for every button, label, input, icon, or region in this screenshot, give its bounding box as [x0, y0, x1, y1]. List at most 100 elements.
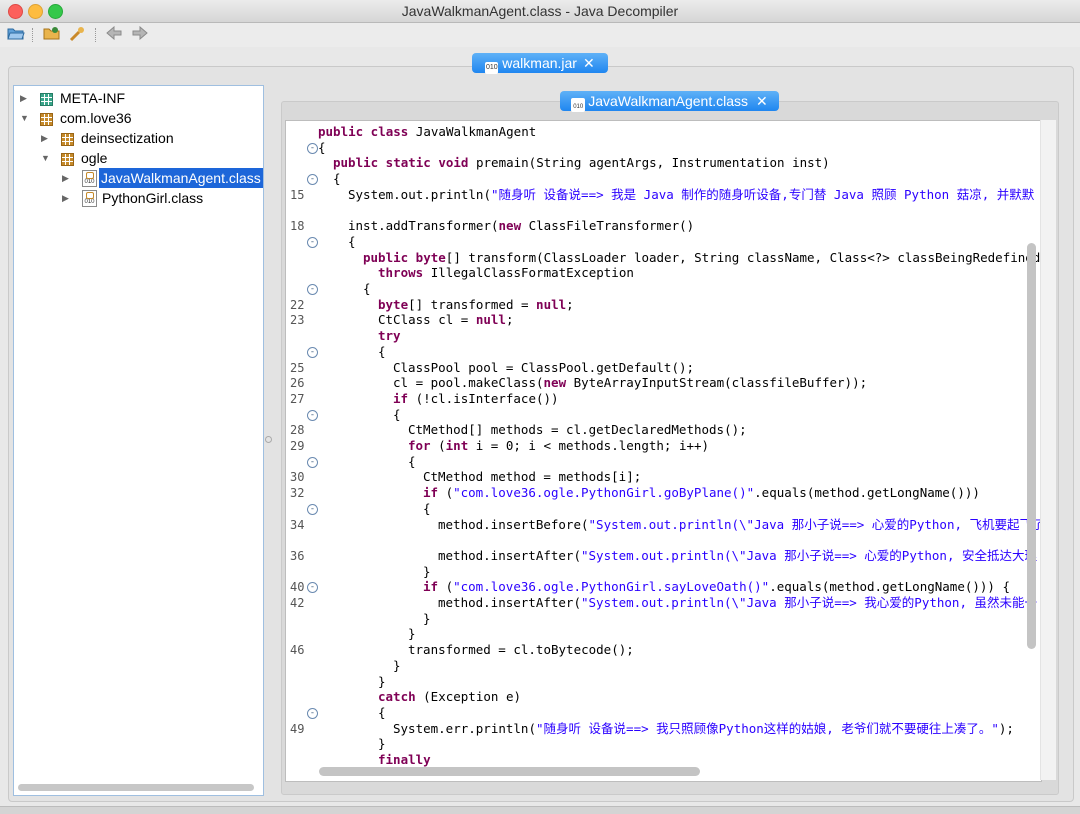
- fold-toggle-icon[interactable]: -: [307, 409, 318, 421]
- expand-arrow-icon[interactable]: ▶: [62, 188, 72, 208]
- code-text: ClassPool pool = ClassPool.getDefault();: [393, 360, 694, 376]
- tree-item-label: META-INF: [60, 90, 126, 106]
- fold-toggle-icon[interactable]: -: [307, 284, 318, 295]
- fold-toggle-icon[interactable]: -: [307, 142, 318, 154]
- expand-arrow-icon[interactable]: ▶: [41, 128, 51, 148]
- string-token: "System.out.println(\"Java 那小子说==> 我心爱的P…: [581, 595, 1038, 610]
- code-token: CtMethod[] methods = cl.getDeclaredMetho…: [408, 422, 747, 438]
- string-token: "随身听 设备说==> 我是 Java 制作的随身听设备,专门替 Java 照顾…: [491, 186, 1035, 202]
- code-text: }: [378, 674, 386, 690]
- search-icon[interactable]: [68, 26, 88, 44]
- code-token: {: [423, 500, 431, 516]
- fold-toggle-icon[interactable]: -: [307, 346, 318, 358]
- string-token: "随身听 设备说==> 我只照顾像Python这样的姑娘, 老爷们就不要硬往上凑…: [536, 720, 999, 736]
- fold-toggle-icon[interactable]: -: [307, 174, 318, 186]
- code-text: public byte[] transform(ClassLoader load…: [363, 250, 1040, 266]
- code-line: }: [286, 736, 1041, 752]
- code-token: }: [393, 657, 401, 673]
- code-text: transformed = cl.toBytecode();: [408, 642, 634, 658]
- tab-walkman-jar[interactable]: 010 walkman.jar ✕: [472, 53, 608, 74]
- code-line: 18 inst.addTransformer(new ClassFileTrans…: [286, 218, 1041, 234]
- code-text: System.out.println("随身听 设备说==> 我是 Java 制…: [348, 187, 1034, 203]
- forward-icon[interactable]: [130, 25, 150, 44]
- code-token: ;: [505, 312, 514, 328]
- code-line: -{: [286, 344, 1041, 360]
- keyword-token: finally: [378, 752, 431, 767]
- expand-arrow-icon[interactable]: ▶: [20, 88, 30, 108]
- code-token: i = 0; i < methods.length; i++): [475, 438, 710, 453]
- editor-vertical-scroll-track[interactable]: [1040, 120, 1056, 780]
- code-line: }: [286, 658, 1041, 674]
- code-text: }: [408, 626, 416, 642]
- tab-javawalkmanagent-class[interactable]: 010 JavaWalkmanAgent.class ✕: [560, 91, 779, 112]
- back-icon[interactable]: [104, 25, 124, 44]
- expand-arrow-icon[interactable]: ▶: [62, 168, 72, 188]
- code-line: 28 CtMethod[] methods = cl.getDeclaredMet…: [286, 422, 1041, 438]
- code-token: premain(String agentArgs, Instrumentatio…: [476, 155, 830, 171]
- code-token: (: [438, 438, 446, 453]
- open-type-icon[interactable]: [42, 26, 62, 44]
- editor-vertical-scrollbar[interactable]: [1027, 243, 1036, 649]
- code-token: IllegalClassFormatException: [430, 265, 634, 281]
- code-text: public static void premain(String agentA…: [333, 155, 830, 171]
- line-number: 15: [290, 187, 305, 202]
- fold-toggle-icon[interactable]: -: [307, 582, 318, 594]
- tree-horizontal-scrollbar[interactable]: [18, 784, 254, 791]
- fold-toggle-icon[interactable]: -: [307, 236, 318, 248]
- code-token: }: [423, 563, 431, 579]
- code-token: {: [318, 139, 326, 155]
- code-line: 30 CtMethod method = methods[i];: [286, 469, 1041, 485]
- code-text: {: [348, 234, 356, 250]
- open-file-icon[interactable]: [6, 26, 26, 44]
- code-token: );: [998, 720, 1014, 736]
- code-line: public class JavaWalkmanAgent: [286, 124, 1041, 140]
- code-line: 25 ClassPool pool = ClassPool.getDefault(…: [286, 360, 1041, 376]
- keyword-token: public class: [318, 124, 416, 139]
- string-token: "com.love36.ogle.PythonGirl.sayLoveOath(…: [453, 579, 770, 595]
- code-text: }: [423, 611, 431, 627]
- fold-toggle-icon[interactable]: -: [307, 456, 318, 468]
- code-line: 32 if ("com.love36.ogle.PythonGirl.goByPl…: [286, 485, 1041, 501]
- code-token: (Exception e): [423, 689, 521, 705]
- fold-toggle-icon[interactable]: -: [307, 503, 318, 515]
- string-token: "com.love36.ogle.PythonGirl.goByPlane()": [453, 485, 755, 501]
- toolbar: [0, 23, 1080, 47]
- window-title: JavaWalkmanAgent.class - Java Decompiler: [401, 3, 679, 19]
- code-line: catch (Exception e): [286, 689, 1041, 705]
- code-text: method.insertBefore("System.out.println(…: [438, 517, 1041, 533]
- package-tree[interactable]: ▶ META-INF ▼ com.love36 ▶ deinsectizatio…: [13, 85, 264, 796]
- tab-label: walkman.jar: [502, 55, 577, 71]
- code-editor[interactable]: public class JavaWalkmanAgent -{public st…: [285, 120, 1042, 782]
- line-number: 23: [290, 313, 305, 328]
- line-number: 46: [290, 643, 305, 658]
- code-text: }: [393, 658, 401, 674]
- line-number: 18: [290, 219, 305, 234]
- line-number: 29: [290, 439, 305, 453]
- code-text: CtMethod[] methods = cl.getDeclaredMetho…: [408, 422, 747, 438]
- keyword-token: new: [543, 375, 574, 391]
- code-text: CtMethod method = methods[i];: [423, 469, 641, 485]
- fold-toggle-icon[interactable]: -: [307, 707, 318, 719]
- editor-horizontal-scrollbar[interactable]: [319, 767, 700, 776]
- code-token: .equals(method.getLongName())): [754, 485, 980, 501]
- collapse-arrow-icon[interactable]: ▼: [41, 148, 51, 168]
- code-text: {: [378, 705, 386, 721]
- collapse-arrow-icon[interactable]: ▼: [20, 108, 30, 128]
- tree-item-javawalkmanagent-class[interactable]: ▶ 010 JavaWalkmanAgent.class: [62, 168, 263, 188]
- code-line: -{: [286, 140, 1041, 156]
- code-line: }: [286, 611, 1041, 627]
- code-text: {: [393, 407, 401, 423]
- close-tab-icon[interactable]: ✕: [756, 93, 768, 109]
- code-line: 27 if (!cl.isInterface()): [286, 391, 1041, 407]
- code-token: transformed = cl.toBytecode();: [408, 642, 634, 658]
- line-number: 27: [290, 391, 305, 406]
- line-number: 36: [290, 548, 305, 563]
- code-token: System.out.println(: [348, 186, 491, 202]
- splitter-handle[interactable]: [265, 436, 272, 443]
- package-icon: [61, 133, 74, 146]
- keyword-token: for: [408, 438, 439, 453]
- close-tab-icon[interactable]: ✕: [583, 55, 595, 71]
- code-text: method.insertAfter("System.out.println(\…: [438, 548, 1037, 564]
- keyword-token: byte: [378, 296, 409, 312]
